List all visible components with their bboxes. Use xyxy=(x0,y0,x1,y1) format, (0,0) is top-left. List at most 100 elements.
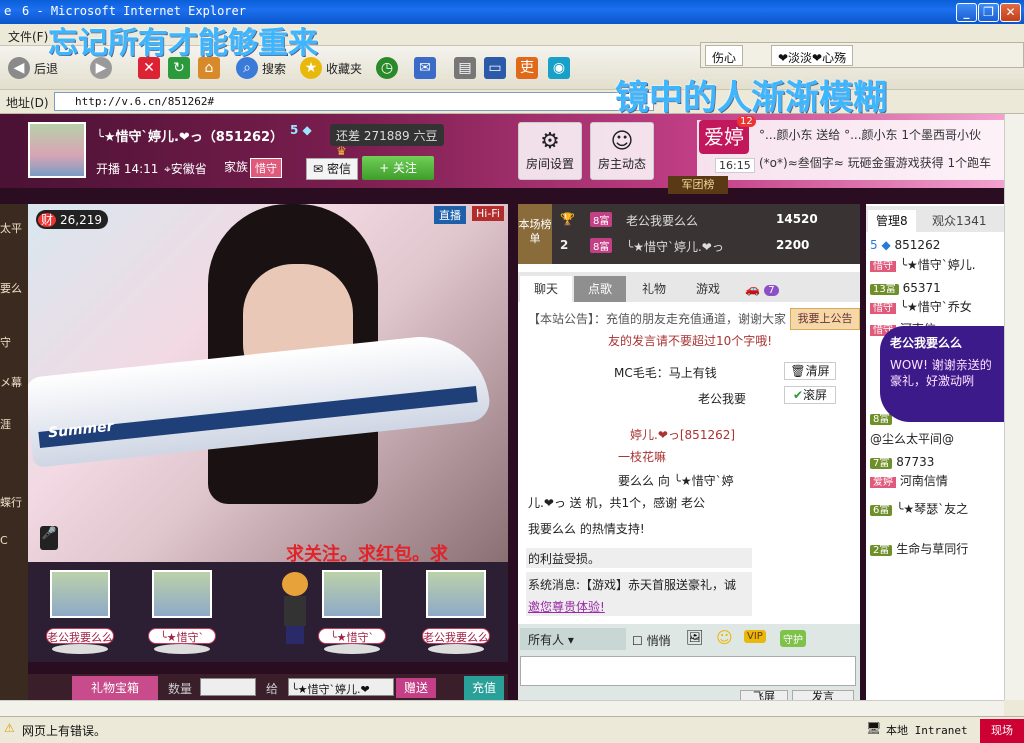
seat-pedestal xyxy=(154,644,210,654)
message-button[interactable]: ✉ 密信 xyxy=(306,158,358,180)
warning-icon[interactable]: ⚠ xyxy=(4,721,15,735)
recipient-value: 所有人 xyxy=(528,633,565,647)
left-strip-item[interactable]: メ幕 xyxy=(0,374,26,390)
fly-screen-button[interactable]: 飞屏 xyxy=(740,690,788,700)
favorites-tabs: 伤心 ❤淡淡❤心殇 xyxy=(700,42,1024,68)
user-list: 管理8 观众1341 5 ◆ 851262 惜守 ╰★惜守ˋ婷儿. 13富 65… xyxy=(866,204,1004,700)
quantity-input[interactable] xyxy=(200,678,256,696)
edit-button[interactable]: ▭ xyxy=(484,55,506,81)
seat[interactable]: ╰★惜守ˋ xyxy=(148,570,216,654)
video-player[interactable]: Summer 财 26,219 直播 Hi-Fi 求关注。求红包。求 🎤 xyxy=(28,204,508,562)
recipient-select[interactable]: 所有人 ▾ xyxy=(520,628,626,650)
host-avatar[interactable] xyxy=(28,122,86,178)
clear-screen-button[interactable]: 🗑清屏 xyxy=(784,362,836,380)
host-news-button[interactable]: ☺ 房主动态 xyxy=(590,122,654,180)
person-icon: ☺ xyxy=(610,129,634,154)
recharge-button[interactable]: 充值 xyxy=(464,676,504,700)
vertical-scrollbar[interactable] xyxy=(1004,114,1024,700)
whisper-checkbox[interactable]: ☐ 悄悄 xyxy=(632,632,671,649)
scroll-label: 滚屏 xyxy=(803,388,828,402)
discuss-button[interactable]: 吏 xyxy=(516,55,538,81)
seat[interactable]: 老公我要么么 xyxy=(422,570,490,654)
family-tag[interactable]: 惜守 xyxy=(250,158,282,178)
send-message-button[interactable]: 发言 xyxy=(792,690,854,700)
chevron-down-icon: ▾ xyxy=(567,633,574,647)
tab-danxin[interactable]: ❤淡淡❤心殇 xyxy=(771,45,854,66)
microphone-icon[interactable]: 🎤 xyxy=(40,526,58,550)
user-row[interactable]: 惜守 ╰★惜守ˋ乔女 xyxy=(870,298,1002,315)
tab-chat[interactable]: 聊天 xyxy=(520,276,572,302)
tab-shangxin[interactable]: 伤心 xyxy=(705,45,744,66)
user-row[interactable]: 5 ◆ 851262 xyxy=(870,238,1002,252)
user-name: 河南信情 xyxy=(899,474,948,488)
tab-gift[interactable]: 礼物 xyxy=(628,276,680,302)
rank-row[interactable]: 🏆 8富 老公我要么么 14520 xyxy=(560,210,856,234)
left-strip-item[interactable]: 涯 xyxy=(0,416,26,432)
guard-icon[interactable]: 守护 xyxy=(780,630,806,647)
gift-box-button[interactable]: 礼物宝箱 xyxy=(72,676,158,700)
live-tag[interactable]: 直播 xyxy=(434,206,466,224)
mail-button[interactable]: ✉ xyxy=(414,55,436,81)
tab-car[interactable]: 🚗 7 xyxy=(736,276,788,302)
user-row[interactable]: 6富 ╰★琴瑟ˋ友之 xyxy=(870,500,1002,517)
video-marquee: 求关注。求红包。求 xyxy=(286,544,448,562)
gift-ticker-line: °...颜小东 送给 °...颜小东 1个墨西哥小伙 xyxy=(759,128,981,142)
notice-popup[interactable]: 现场 xyxy=(980,719,1024,743)
user-row[interactable]: 7富 87733 xyxy=(870,454,1002,469)
tab-admins[interactable]: 管理8 xyxy=(868,210,916,232)
user-row[interactable]: @尘么太平间@ xyxy=(870,430,1002,447)
diamond-icon: ◆ xyxy=(302,123,312,137)
user-row[interactable]: 2富 生命与草同行 xyxy=(870,540,1002,557)
announce-button[interactable]: 我要上公告 xyxy=(790,308,860,330)
user-row[interactable]: 13富 65371 xyxy=(870,280,1002,295)
menu-file[interactable]: 文件(F) xyxy=(8,28,48,45)
car-count: 7 xyxy=(764,285,779,296)
user-family-tag: 惜守 xyxy=(870,261,896,272)
left-strip-item[interactable]: 要么 xyxy=(0,280,26,296)
chat-line[interactable]: 邀您尊贵体验! xyxy=(528,598,605,615)
tab-song[interactable]: 点歌 xyxy=(574,276,626,302)
rank-row[interactable]: 2 8富 ╰★惜守ˋ婷儿.❤っ 2200 xyxy=(560,236,856,260)
send-gift-button[interactable]: 赠送 xyxy=(396,678,436,698)
user-row[interactable]: 爱婷 河南信情 xyxy=(870,472,1002,489)
close-button[interactable]: ✕ xyxy=(1000,3,1021,22)
gift-recipient-select[interactable]: ╰★惜守ˋ婷儿.❤ xyxy=(288,678,394,696)
maximize-button[interactable]: ❐ xyxy=(978,3,999,22)
horizontal-scrollbar[interactable] xyxy=(0,700,1004,716)
left-strip-item[interactable]: 太平 xyxy=(0,220,26,236)
left-strip-item[interactable]: C xyxy=(0,534,26,547)
messenger-button[interactable]: ◉ xyxy=(548,55,570,81)
status-bar: ⚠ 网页上有错误。 🖥 本地 Intranet 现场 xyxy=(0,716,1024,743)
user-level: 13富 xyxy=(870,284,899,295)
tab-game[interactable]: 游戏 xyxy=(682,276,734,302)
left-strip-item[interactable]: 蝶行 xyxy=(0,494,26,510)
follow-button[interactable]: + 关注 xyxy=(362,156,434,180)
emoji-icon[interactable]: ☺ xyxy=(716,628,733,647)
seat-name: ╰★惜守ˋ xyxy=(318,628,386,644)
address-label: 地址(D) xyxy=(6,96,49,110)
seat[interactable]: ╰★惜守ˋ xyxy=(318,570,386,654)
chat-input[interactable] xyxy=(520,656,856,686)
scroll-screen-button[interactable]: ✔滚屏 xyxy=(784,386,836,404)
intranet-icon: 🖥 xyxy=(866,721,882,735)
minimize-button[interactable]: _ xyxy=(956,3,977,22)
wealth-icon: 财 xyxy=(38,213,57,227)
room-settings-button[interactable]: ⚙ 房间设置 xyxy=(518,122,582,180)
image-icon[interactable]: 🖼 xyxy=(686,630,704,646)
army-rank-tab[interactable]: 军团榜 xyxy=(668,176,728,194)
user-level: 6富 xyxy=(870,505,893,516)
host-name[interactable]: ╰★惜守ˋ婷儿.❤っ（851262） xyxy=(96,126,283,145)
diamond-icon: ◆ xyxy=(881,238,891,252)
vip-icon[interactable]: VIP xyxy=(744,630,766,643)
crown-icon: ♛ xyxy=(336,144,347,158)
user-row[interactable]: 惜守 ╰★惜守ˋ婷儿. xyxy=(870,256,1002,273)
print-button[interactable]: ▤ xyxy=(454,55,476,81)
fan-time: 16:15 xyxy=(715,158,755,173)
hifi-tag[interactable]: Hi-Fi xyxy=(472,206,504,221)
tab-viewers[interactable]: 观众1341 xyxy=(924,210,995,232)
history-button[interactable]: ◷ xyxy=(376,55,398,81)
rank-name: 老公我要么么 xyxy=(626,214,699,228)
address-input[interactable]: http://v.6.cn/851262# xyxy=(54,92,654,111)
seat[interactable]: 老公我要么么 xyxy=(46,570,114,654)
left-strip-item[interactable]: 守 xyxy=(0,334,26,350)
